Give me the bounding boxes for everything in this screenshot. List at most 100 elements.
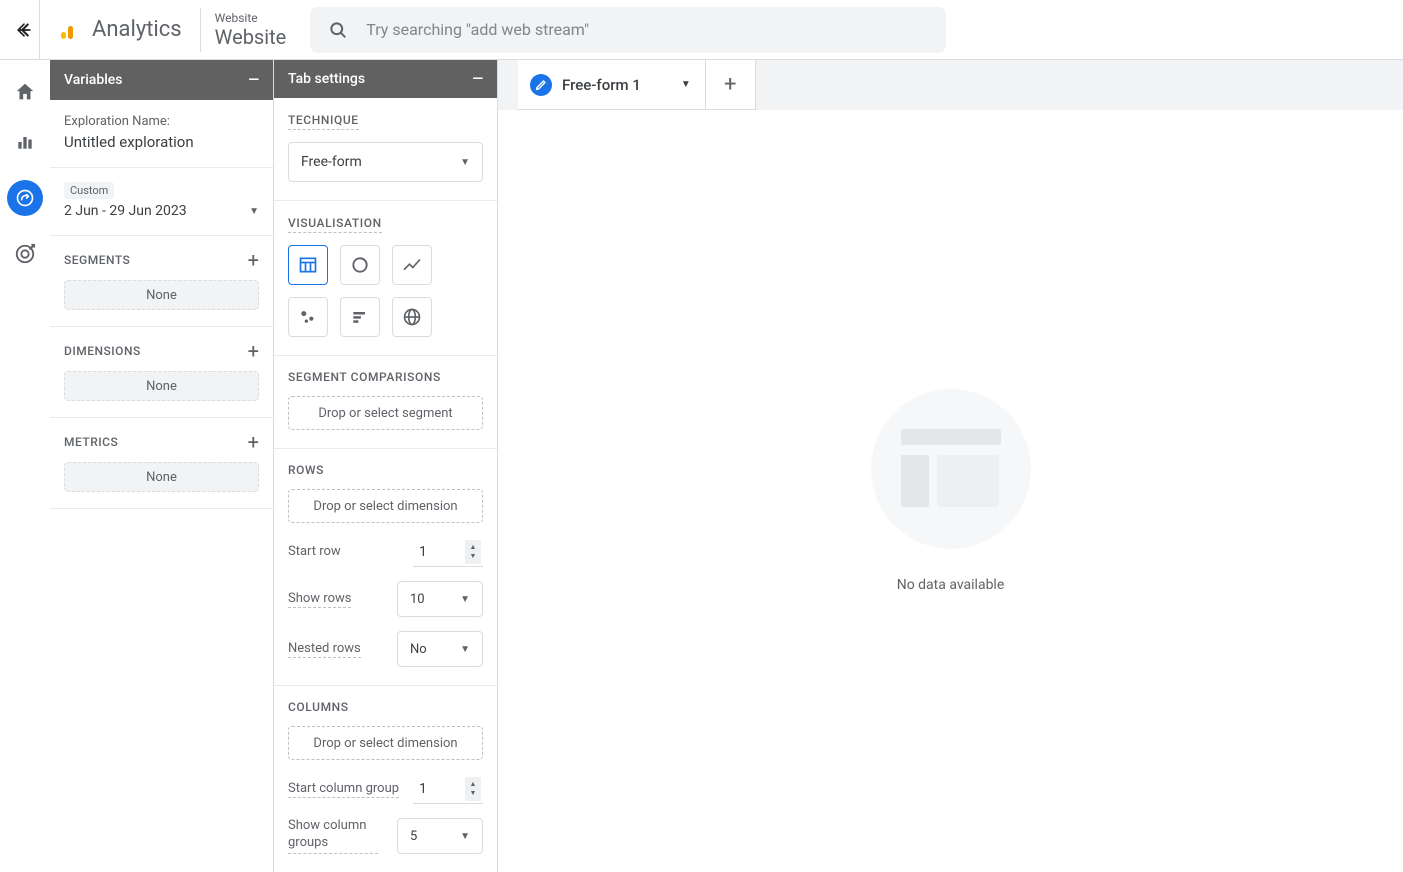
exploration-name-label: Exploration Name: xyxy=(64,114,259,129)
start-column-label: Start column group xyxy=(288,781,399,798)
viz-line[interactable] xyxy=(392,245,432,285)
segment-dropzone[interactable]: Drop or select segment xyxy=(288,396,483,430)
app-name: Analytics xyxy=(92,17,182,42)
edit-icon xyxy=(530,74,552,96)
dimensions-title: DIMENSIONS xyxy=(64,344,141,358)
analytics-logo-icon xyxy=(58,18,82,42)
viz-scatter[interactable] xyxy=(288,297,328,337)
chevron-down-icon[interactable]: ▼ xyxy=(681,79,691,90)
columns-section: COLUMNS Drop or select dimension Start c… xyxy=(274,686,497,872)
columns-dropzone[interactable]: Drop or select dimension xyxy=(288,726,483,760)
side-nav xyxy=(0,60,50,872)
viz-geo[interactable] xyxy=(392,297,432,337)
exploration-name-input[interactable]: Untitled exploration xyxy=(64,133,259,151)
segments-title: SEGMENTS xyxy=(64,253,130,267)
donut-chart-icon xyxy=(350,255,370,275)
chevron-down-icon: ▼ xyxy=(249,206,259,217)
show-rows-select[interactable]: 10 ▼ xyxy=(397,581,483,617)
chevron-down-icon: ▼ xyxy=(460,644,470,655)
tab-freeform1[interactable]: Free-form 1 ▼ xyxy=(518,60,706,110)
variables-header: Variables — xyxy=(50,60,273,100)
exploration-name-section: Exploration Name: Untitled exploration xyxy=(50,100,273,168)
logo-area[interactable]: Analytics xyxy=(48,17,192,42)
metrics-none-chip[interactable]: None xyxy=(64,462,259,492)
nested-rows-select[interactable]: No ▼ xyxy=(397,631,483,667)
scatter-icon xyxy=(298,307,318,327)
segment-comparisons-label: SEGMENT COMPARISONS xyxy=(288,370,483,384)
add-segment-button[interactable]: + xyxy=(248,250,259,270)
bar-chart-icon xyxy=(15,132,35,152)
workspace: Variables — Exploration Name: Untitled e… xyxy=(0,60,1403,872)
rows-dropzone[interactable]: Drop or select dimension xyxy=(288,489,483,523)
chevron-down-icon: ▼ xyxy=(460,831,470,842)
back-button[interactable] xyxy=(8,0,40,60)
add-tab-button[interactable]: + xyxy=(706,60,756,110)
canvas-body: No data available xyxy=(498,110,1403,872)
collapse-variables-button[interactable]: — xyxy=(248,72,259,88)
date-range-badge: Custom xyxy=(64,182,114,199)
property-name: Website xyxy=(215,25,287,49)
nav-reports[interactable] xyxy=(13,130,37,154)
app-header: Analytics Website Website Try searching … xyxy=(0,0,1403,60)
date-range-section[interactable]: Custom 2 Jun - 29 Jun 2023 ▼ xyxy=(50,168,273,236)
globe-icon xyxy=(402,307,422,327)
viz-donut[interactable] xyxy=(340,245,380,285)
start-column-value: 1 xyxy=(419,781,427,797)
visualisation-section: VISUALISATION xyxy=(274,201,497,356)
tab-settings-panel: Tab settings — TECHNIQUE Free-form ▼ VIS… xyxy=(274,60,498,872)
empty-state-illustration xyxy=(871,389,1031,549)
bar-icon xyxy=(350,307,370,327)
nested-rows-value: No xyxy=(410,642,427,657)
nav-advertising[interactable] xyxy=(13,242,37,266)
search-placeholder: Try searching "add web stream" xyxy=(366,20,589,39)
explore-icon xyxy=(15,188,35,208)
empty-state-text: No data available xyxy=(897,577,1005,593)
add-dimension-button[interactable]: + xyxy=(248,341,259,361)
segments-section: SEGMENTS + None xyxy=(50,236,273,327)
nav-home[interactable] xyxy=(13,80,37,104)
segments-none-chip[interactable]: None xyxy=(64,280,259,310)
columns-label: COLUMNS xyxy=(288,700,483,714)
home-icon xyxy=(14,81,36,103)
viz-table[interactable] xyxy=(288,245,328,285)
nested-rows-label: Nested rows xyxy=(288,641,361,658)
show-rows-label: Show rows xyxy=(288,591,351,608)
chevron-down-icon: ▼ xyxy=(460,157,470,168)
target-icon xyxy=(14,243,36,265)
stepper-icon[interactable]: ▲▼ xyxy=(465,777,481,801)
start-row-label: Start row xyxy=(288,544,341,560)
variables-title: Variables xyxy=(64,72,122,88)
technique-select[interactable]: Free-form ▼ xyxy=(288,142,483,182)
date-range-text: 2 Jun - 29 Jun 2023 xyxy=(64,203,187,219)
show-rows-value: 10 xyxy=(410,592,425,607)
search-icon xyxy=(328,20,348,40)
metrics-section: METRICS + None xyxy=(50,418,273,509)
tab-name: Free-form 1 xyxy=(562,76,641,94)
tab-settings-title: Tab settings xyxy=(288,71,365,87)
variables-panel: Variables — Exploration Name: Untitled e… xyxy=(50,60,274,872)
stepper-icon[interactable]: ▲▼ xyxy=(465,540,481,564)
line-chart-icon xyxy=(402,255,422,275)
table-icon xyxy=(298,255,318,275)
technique-label: TECHNIQUE xyxy=(288,113,359,130)
tab-bar: Free-form 1 ▼ + xyxy=(498,60,1403,110)
visualisation-label: VISUALISATION xyxy=(288,216,382,233)
add-metric-button[interactable]: + xyxy=(248,432,259,452)
dimensions-section: DIMENSIONS + None xyxy=(50,327,273,418)
start-row-value: 1 xyxy=(419,544,427,560)
segment-comparisons-section: SEGMENT COMPARISONS Drop or select segme… xyxy=(274,356,497,449)
canvas-area: Free-form 1 ▼ + No data available xyxy=(498,60,1403,872)
show-column-select[interactable]: 5 ▼ xyxy=(397,818,483,854)
property-selector[interactable]: Website Website xyxy=(200,8,301,52)
start-column-input[interactable]: 1 ▲▼ xyxy=(413,774,483,804)
technique-section: TECHNIQUE Free-form ▼ xyxy=(274,98,497,201)
start-row-input[interactable]: 1 ▲▼ xyxy=(413,537,483,567)
metrics-title: METRICS xyxy=(64,435,118,449)
viz-bar[interactable] xyxy=(340,297,380,337)
search-bar[interactable]: Try searching "add web stream" xyxy=(310,7,946,53)
show-column-label: Show column groups xyxy=(288,818,378,854)
collapse-tabsettings-button[interactable]: — xyxy=(472,71,483,87)
dimensions-none-chip[interactable]: None xyxy=(64,371,259,401)
tab-settings-header: Tab settings — xyxy=(274,60,497,98)
nav-explore[interactable] xyxy=(7,180,43,216)
